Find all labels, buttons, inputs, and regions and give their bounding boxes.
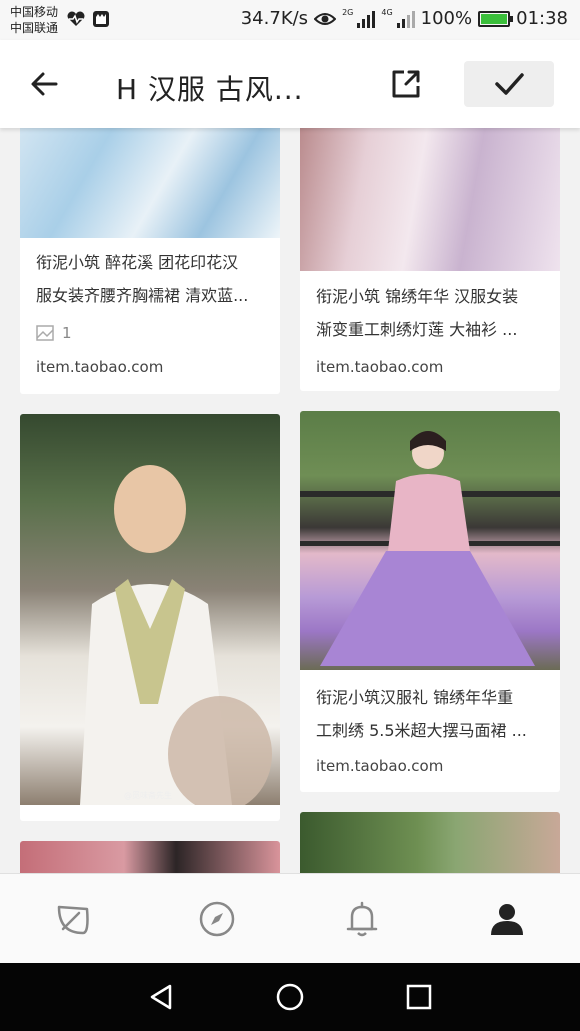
pin-image[interactable]: [300, 812, 560, 873]
system-recents-button[interactable]: [401, 979, 437, 1015]
pin-card[interactable]: [20, 841, 280, 873]
pin-image[interactable]: [300, 411, 560, 670]
screen: 中国移动 中国联通 34.7K/s 2G 4G 100% 01:38 H 汉服 …: [0, 0, 580, 1031]
pin-caption: 衔泥小筑 锦绣年华 汉服女装 渐变重工刺绣灯莲 大袖衫 ...: [316, 280, 546, 346]
caption-line-2: 工刺绣 5.5米超大摆马面裙 ...: [316, 721, 527, 740]
pin-caption: 衔泥小筑汉服礼 锦绣年华重 工刺绣 5.5米超大摆马面裙 ...: [316, 681, 546, 747]
network-type-2: 4G: [381, 8, 393, 17]
system-back-button[interactable]: [143, 979, 179, 1015]
back-button[interactable]: [24, 62, 68, 106]
network-type-1: 2G: [342, 8, 354, 17]
back-triangle-icon: [150, 984, 172, 1010]
model-figure: [300, 431, 560, 666]
caption-line-1: 衔泥小筑 锦绣年华 汉服女装: [316, 287, 519, 306]
page-title: H 汉服 古风...: [116, 73, 304, 106]
pin-card[interactable]: 衔泥小筑 锦绣年华 汉服女装 渐变重工刺绣灯莲 大袖衫 ... item.tao…: [300, 128, 560, 391]
pin-card[interactable]: @觅味斋先生: [20, 414, 280, 821]
home-circle-icon: [276, 983, 304, 1011]
network-speed: 34.7K/s: [240, 8, 309, 29]
nav-profile[interactable]: [484, 896, 530, 942]
person-icon: [491, 904, 523, 935]
compass-icon: [199, 901, 235, 937]
image-watermark: @觅味斋先生: [124, 791, 172, 800]
image-gallery-icon: [36, 325, 54, 341]
bell-icon: [346, 901, 378, 937]
status-right: 34.7K/s 2G 4G 100% 01:38: [241, 8, 568, 29]
pin-card[interactable]: [300, 812, 560, 873]
status-left-icons: [66, 10, 110, 28]
nav-explore[interactable]: [194, 896, 240, 942]
system-home-button[interactable]: [272, 979, 308, 1015]
pin-feed[interactable]: 衔泥小筑 醉花溪 团花印花汉 服女装齐腰齐胸襦裙 清欢蓝... 1 item.t…: [0, 128, 580, 873]
system-nav-bar: [0, 963, 580, 1031]
pin-source[interactable]: item.taobao.com: [316, 358, 443, 376]
app-notification-icon: [93, 11, 109, 27]
pin-image[interactable]: [20, 841, 280, 873]
pin-card[interactable]: 衔泥小筑 醉花溪 团花印花汉 服女装齐腰齐胸襦裙 清欢蓝... 1 item.t…: [20, 128, 280, 394]
pin-card[interactable]: 衔泥小筑汉服礼 锦绣年华重 工刺绣 5.5米超大摆马面裙 ... item.ta…: [300, 411, 560, 792]
caption-line-2: 渐变重工刺绣灯莲 大袖衫 ...: [316, 320, 518, 339]
pin-source[interactable]: item.taobao.com: [316, 757, 443, 775]
nav-home[interactable]: [50, 896, 96, 942]
confirm-button[interactable]: [464, 61, 554, 107]
caption-line-1: 衔泥小筑 醉花溪 团花印花汉: [36, 253, 239, 272]
image-count-value: 1: [62, 324, 72, 342]
monk-figure: [80, 465, 272, 805]
nav-notifications[interactable]: [339, 896, 385, 942]
clock: 01:38: [516, 8, 568, 29]
share-external-icon: [392, 70, 420, 98]
leaf-icon: [57, 905, 89, 935]
image-count: 1: [36, 324, 72, 342]
carrier-2: 中国联通: [10, 21, 59, 35]
carrier-info: 中国移动 中国联通: [10, 4, 58, 36]
share-button[interactable]: [384, 62, 428, 106]
battery-icon: [478, 10, 514, 27]
app-bar: H 汉服 古风...: [0, 40, 580, 128]
check-icon: [495, 73, 524, 95]
bottom-nav: [0, 873, 580, 963]
signal-strength-1-icon: [357, 10, 376, 28]
arrow-left-icon: [31, 72, 58, 96]
eye-comfort-icon: [314, 12, 337, 25]
recents-square-icon: [406, 984, 432, 1010]
health-heart-icon: [67, 11, 85, 26]
pin-image[interactable]: [20, 128, 280, 238]
carrier-1: 中国移动: [10, 5, 59, 19]
battery-percent: 100%: [420, 8, 473, 29]
pin-caption: 衔泥小筑 醉花溪 团花印花汉 服女装齐腰齐胸襦裙 清欢蓝...: [36, 246, 266, 312]
pin-image[interactable]: [300, 128, 560, 271]
caption-line-1: 衔泥小筑汉服礼 锦绣年华重: [316, 688, 514, 707]
signal-strength-2-icon: [396, 10, 415, 28]
caption-line-2: 服女装齐腰齐胸襦裙 清欢蓝...: [36, 286, 249, 305]
pin-image[interactable]: @觅味斋先生: [20, 414, 280, 805]
pin-source[interactable]: item.taobao.com: [36, 358, 163, 376]
status-bar: 中国移动 中国联通 34.7K/s 2G 4G 100% 01:38: [0, 0, 580, 40]
